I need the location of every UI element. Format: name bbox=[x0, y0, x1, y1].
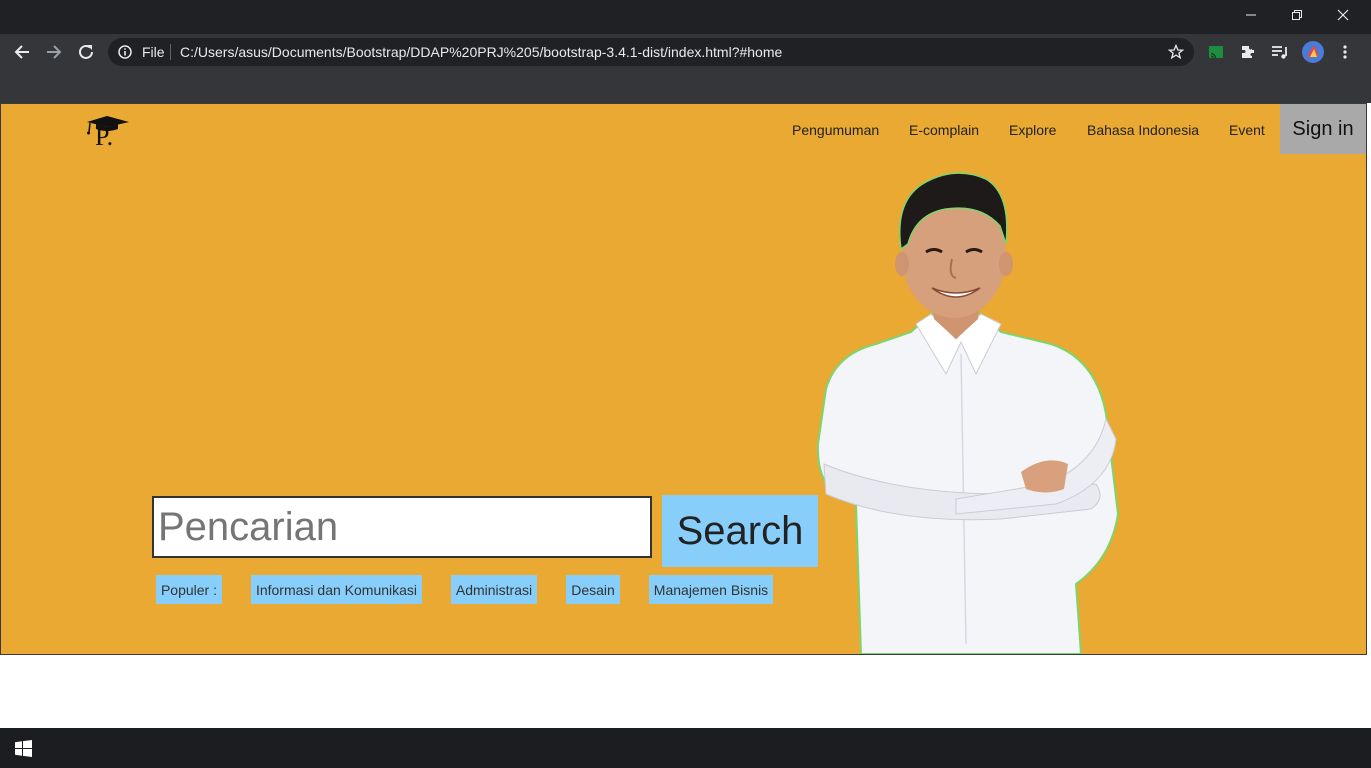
nav-item-event[interactable]: Event bbox=[1229, 122, 1265, 138]
hero-person-photo bbox=[816, 172, 1120, 654]
windows-start-icon[interactable] bbox=[15, 740, 32, 757]
hero-section: P. Pengumuman E-complain Explore Bahasa … bbox=[0, 103, 1367, 655]
restore-button[interactable] bbox=[1274, 0, 1320, 30]
media-queue-button[interactable] bbox=[1269, 41, 1291, 63]
browser-menu-button[interactable] bbox=[1334, 41, 1356, 63]
back-button[interactable] bbox=[6, 36, 38, 68]
minimize-icon bbox=[1246, 14, 1256, 16]
nav-item-language[interactable]: Bahasa Indonesia bbox=[1087, 122, 1199, 138]
cast-icon bbox=[1209, 46, 1223, 59]
bookmarks-bar bbox=[0, 70, 1371, 103]
media-queue-icon bbox=[1272, 46, 1287, 59]
site-logo[interactable]: P. bbox=[83, 110, 135, 156]
nav-item-pengumuman[interactable]: Pengumuman bbox=[792, 122, 879, 138]
close-icon bbox=[1337, 9, 1349, 21]
browser-toolbar: File C:/Users/asus/Documents/Bootstrap/D… bbox=[0, 34, 1371, 70]
menu-icon bbox=[1343, 45, 1347, 59]
forward-button[interactable] bbox=[38, 36, 70, 68]
scheme-label: File bbox=[142, 44, 165, 60]
sign-in-button[interactable]: Sign in bbox=[1280, 104, 1366, 154]
back-icon bbox=[14, 45, 29, 59]
extensions-button[interactable] bbox=[1237, 41, 1259, 63]
restore-icon bbox=[1292, 10, 1302, 20]
popular-tag-desain[interactable]: Desain bbox=[566, 575, 620, 604]
windows-taskbar bbox=[0, 728, 1371, 768]
search-input[interactable] bbox=[152, 496, 652, 558]
profile-avatar bbox=[1302, 41, 1324, 63]
reload-button[interactable] bbox=[70, 36, 102, 68]
nav-item-e-complain[interactable]: E-complain bbox=[909, 122, 979, 138]
star-icon[interactable] bbox=[1168, 44, 1184, 60]
cast-button[interactable] bbox=[1205, 41, 1227, 63]
popular-tag-manajemen[interactable]: Manajemen Bisnis bbox=[649, 575, 773, 604]
url-text[interactable]: C:/Users/asus/Documents/Bootstrap/DDAP%2… bbox=[180, 44, 782, 60]
search-button[interactable]: Search bbox=[662, 495, 818, 567]
close-window-button[interactable] bbox=[1320, 0, 1366, 30]
forward-icon bbox=[47, 45, 62, 59]
nav-item-explore[interactable]: Explore bbox=[1009, 122, 1056, 138]
info-icon[interactable] bbox=[118, 45, 132, 59]
logo-text: P. bbox=[95, 122, 114, 151]
reload-icon bbox=[79, 44, 93, 59]
popular-tag-administrasi[interactable]: Administrasi bbox=[451, 575, 537, 604]
minimize-button[interactable] bbox=[1228, 0, 1274, 30]
popular-label: Populer : bbox=[156, 575, 222, 604]
omnibox-divider bbox=[170, 44, 171, 60]
popular-tag-informasi[interactable]: Informasi dan Komunikasi bbox=[251, 575, 422, 604]
window-titlebar bbox=[0, 0, 1371, 34]
address-bar[interactable]: File C:/Users/asus/Documents/Bootstrap/D… bbox=[108, 38, 1194, 66]
profile-button[interactable] bbox=[1301, 40, 1325, 64]
extensions-icon bbox=[1242, 46, 1254, 58]
